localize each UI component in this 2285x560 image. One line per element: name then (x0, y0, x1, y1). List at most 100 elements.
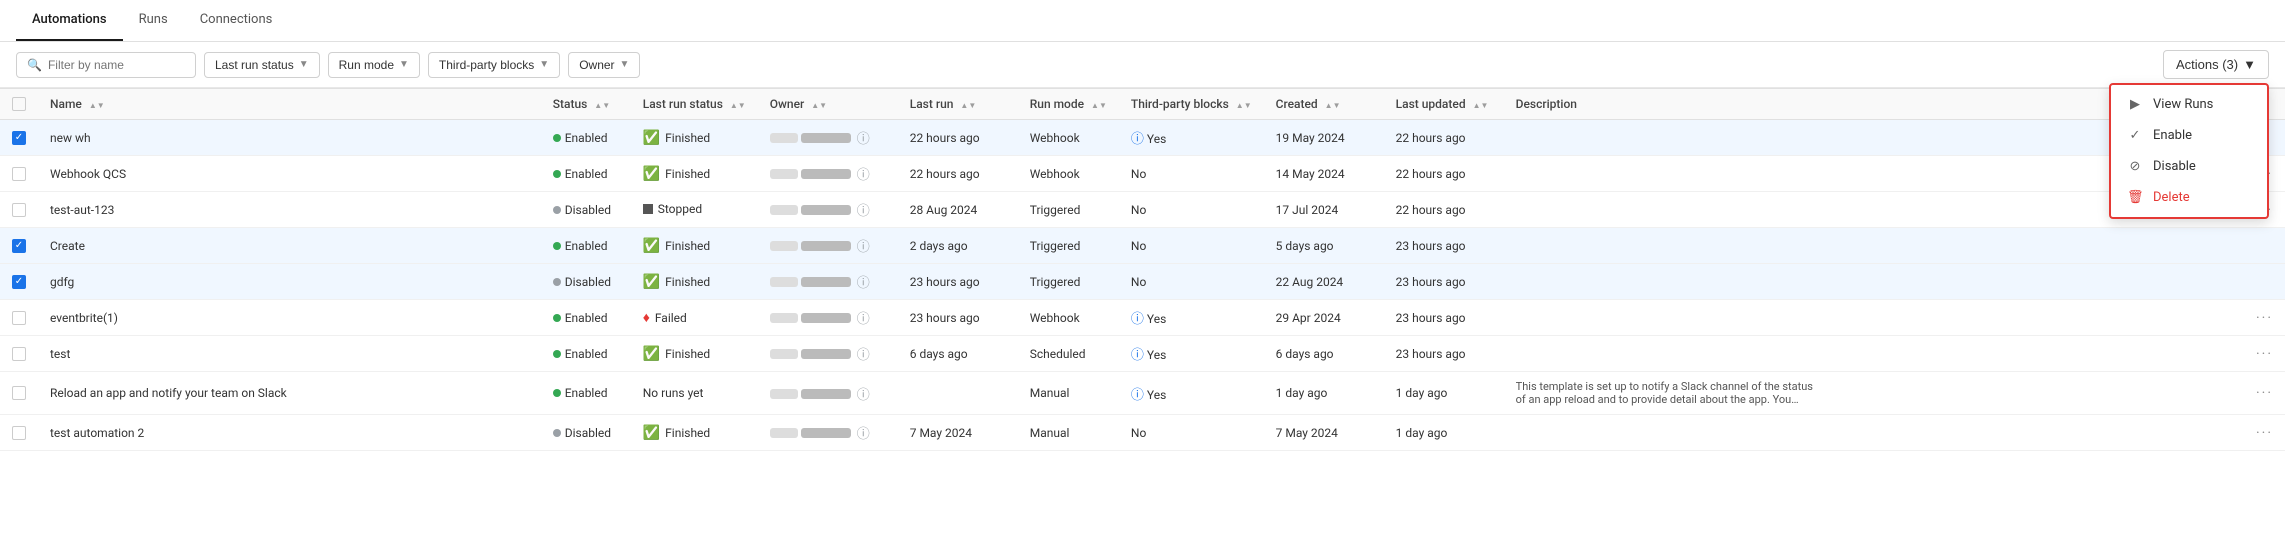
finished-icon: ✅ (643, 425, 660, 441)
automation-name[interactable]: test-aut-123 (38, 192, 541, 228)
disable-item[interactable]: ⊘ Disable (2111, 151, 2267, 182)
automation-name[interactable]: Webhook QCS (38, 156, 541, 192)
select-all-checkbox[interactable] (12, 97, 26, 111)
row-checkbox[interactable] (12, 275, 26, 289)
owner-avatar (770, 313, 851, 323)
last-run-status: ✅Finished (631, 415, 758, 451)
automation-description (1504, 415, 2244, 451)
owner-info-icon[interactable]: ⓘ (857, 204, 870, 219)
row-checkbox[interactable] (12, 203, 26, 217)
row-checkbox[interactable] (12, 386, 26, 400)
owner-info-icon[interactable]: ⓘ (857, 427, 870, 442)
col-header-status[interactable]: Status ▲▼ (541, 89, 631, 120)
automation-name[interactable]: eventbrite(1) (38, 300, 541, 336)
col-header-last-updated[interactable]: Last updated ▲▼ (1384, 89, 1504, 120)
enable-item[interactable]: ✓ Enable (2111, 120, 2267, 151)
owner-info-icon[interactable]: ⓘ (857, 312, 870, 327)
automation-name[interactable]: gdfg (38, 264, 541, 300)
row-checkbox[interactable] (12, 167, 26, 181)
col-header-created[interactable]: Created ▲▼ (1264, 89, 1384, 120)
automation-status: Disabled (541, 192, 631, 228)
col-header-third-party[interactable]: Third-party blocks ▲▼ (1119, 89, 1264, 120)
last-run-time: 7 May 2024 (898, 415, 1018, 451)
third-party-info-icon[interactable]: ⓘ (1131, 312, 1144, 327)
col-header-owner[interactable]: Owner ▲▼ (758, 89, 898, 120)
third-party-info-icon[interactable]: ⓘ (1131, 132, 1144, 147)
row-more-button[interactable]: ··· (2256, 310, 2273, 326)
row-checkbox[interactable] (12, 347, 26, 361)
row-more-button[interactable]: ··· (2256, 346, 2273, 362)
avatar-image (770, 313, 798, 323)
last-run-status-filter[interactable]: Last run status ▼ (204, 52, 320, 78)
row-checkbox[interactable] (12, 311, 26, 325)
owner-info-icon[interactable]: ⓘ (857, 276, 870, 291)
owner-avatar (770, 241, 851, 251)
failed-icon: ♦ (643, 309, 650, 326)
owner-avatar (770, 169, 851, 179)
automation-name[interactable]: Create (38, 228, 541, 264)
automation-description: This template is set up to notify a Slac… (1504, 372, 2244, 415)
owner-info-icon[interactable]: ⓘ (857, 132, 870, 147)
row-actions-cell (2244, 228, 2285, 264)
automation-owner: ⓘ (758, 228, 898, 264)
run-mode: Manual (1018, 415, 1119, 451)
owner-name-block (801, 428, 851, 438)
tab-connections[interactable]: Connections (184, 0, 289, 41)
last-run-time: 2 days ago (898, 228, 1018, 264)
finished-icon: ✅ (643, 274, 660, 290)
search-input[interactable] (48, 58, 185, 72)
table-row: Reload an app and notify your team on Sl… (0, 372, 2285, 415)
filter-input-container: 🔍 (16, 52, 196, 78)
last-updated-date: 1 day ago (1384, 372, 1504, 415)
row-more-button[interactable]: ··· (2256, 385, 2273, 401)
table-row: testEnabled✅Finishedⓘ6 days agoScheduled… (0, 336, 2285, 372)
last-run-status: Stopped (631, 192, 758, 228)
tab-runs[interactable]: Runs (123, 0, 184, 41)
automation-owner: ⓘ (758, 192, 898, 228)
col-header-last-run-status[interactable]: Last run status ▲▼ (631, 89, 758, 120)
col-header-run-mode[interactable]: Run mode ▲▼ (1018, 89, 1119, 120)
avatar-image (770, 133, 798, 143)
created-date: 22 Aug 2024 (1264, 264, 1384, 300)
row-more-button[interactable]: ··· (2256, 425, 2273, 441)
automation-name[interactable]: test automation 2 (38, 415, 541, 451)
col-header-checkbox (0, 89, 38, 120)
third-party-info-icon[interactable]: ⓘ (1131, 388, 1144, 403)
col-header-last-run[interactable]: Last run ▲▼ (898, 89, 1018, 120)
row-checkbox[interactable] (12, 426, 26, 440)
run-mode-filter[interactable]: Run mode ▼ (328, 52, 420, 78)
view-runs-item[interactable]: ▶ View Runs (2111, 89, 2267, 120)
col-header-name[interactable]: Name ▲▼ (38, 89, 541, 120)
automation-owner: ⓘ (758, 120, 898, 156)
third-party-filter[interactable]: Third-party blocks ▼ (428, 52, 560, 78)
last-run-time: 22 hours ago (898, 120, 1018, 156)
row-checkbox[interactable] (12, 131, 26, 145)
owner-avatar (770, 389, 851, 399)
row-actions-cell: ··· (2244, 372, 2285, 415)
table-row: test automation 2Disabled✅Finishedⓘ7 May… (0, 415, 2285, 451)
sort-lu-icon: ▲▼ (1473, 101, 1489, 110)
automation-name[interactable]: new wh (38, 120, 541, 156)
tab-automations[interactable]: Automations (16, 0, 123, 41)
last-run-time (898, 372, 1018, 415)
owner-info-icon[interactable]: ⓘ (857, 240, 870, 255)
run-mode: Webhook (1018, 156, 1119, 192)
last-updated-date: 22 hours ago (1384, 192, 1504, 228)
actions-button[interactable]: Actions (3) ▼ (2163, 50, 2269, 79)
created-date: 29 Apr 2024 (1264, 300, 1384, 336)
last-run-status: ✅Finished (631, 156, 758, 192)
owner-filter[interactable]: Owner ▼ (568, 52, 640, 78)
owner-info-icon[interactable]: ⓘ (857, 348, 870, 363)
automation-name[interactable]: Reload an app and notify your team on Sl… (38, 372, 541, 415)
delete-item[interactable]: 🗑 Delete (2111, 182, 2267, 213)
owner-info-icon[interactable]: ⓘ (857, 388, 870, 403)
row-actions-cell (2244, 264, 2285, 300)
owner-info-icon[interactable]: ⓘ (857, 168, 870, 183)
row-checkbox[interactable] (12, 239, 26, 253)
last-updated-date: 22 hours ago (1384, 156, 1504, 192)
automation-status: Enabled (541, 372, 631, 415)
third-party-info-icon[interactable]: ⓘ (1131, 348, 1144, 363)
created-date: 7 May 2024 (1264, 415, 1384, 451)
owner-avatar (770, 277, 851, 287)
automation-name[interactable]: test (38, 336, 541, 372)
